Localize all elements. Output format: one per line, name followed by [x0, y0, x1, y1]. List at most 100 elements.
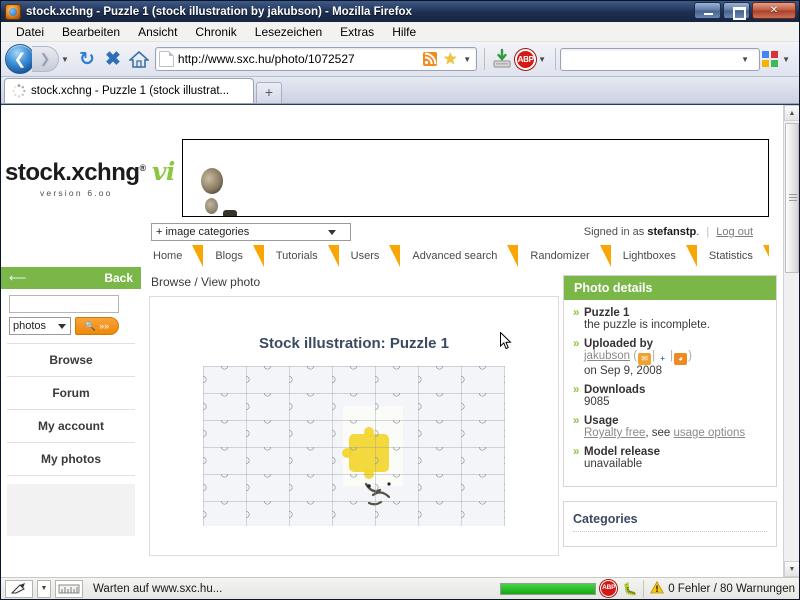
minimize-button[interactable] — [694, 2, 721, 19]
nav-tab-lightboxes[interactable]: Lightboxes — [610, 245, 698, 267]
scroll-up-button[interactable]: ▲ — [784, 105, 799, 121]
sidebar-item-my-photos[interactable]: My photos — [7, 443, 135, 476]
ruler-icon[interactable] — [55, 579, 83, 598]
detail-value-downloads: 9085 — [584, 396, 610, 408]
navigation-toolbar: ❮ ❯ ▼ ↻ ✖ http://www.sxc.hu/photo/107252… — [1, 42, 799, 77]
menu-lesezeichen[interactable]: Lesezeichen — [246, 23, 331, 41]
image-categories-select[interactable]: + image categories — [151, 223, 351, 241]
nav-tab-randomizer[interactable]: Randomizer — [518, 245, 612, 267]
usage-options-link[interactable]: usage options — [674, 427, 746, 439]
back-bar[interactable]: ⟵ Back — [1, 267, 141, 289]
menu-extras[interactable]: Extras — [331, 23, 383, 41]
site-logo[interactable]: stock.xchng® vi version 6.oo — [1, 139, 180, 198]
browser-tab[interactable]: stock.xchng - Puzzle 1 (stock illustrat.… — [4, 78, 254, 103]
breadcrumb: Browse / View photo — [151, 275, 261, 289]
rss-icon[interactable]: ◕ — [674, 353, 688, 365]
menu-ansicht[interactable]: Ansicht — [129, 23, 186, 41]
firefox-icon — [5, 3, 21, 20]
google-dropdown-icon[interactable]: ▼ — [782, 55, 790, 64]
adblock-plus-icon[interactable]: ABP — [600, 580, 618, 597]
right-column: Photo details Puzzle 1 the puzzle is inc… — [559, 267, 777, 556]
mail-icon[interactable]: ✉ — [638, 353, 652, 365]
chevron-down-icon — [328, 230, 336, 235]
chevron-down-icon — [58, 324, 66, 329]
main-content: Browse / View photo Stock illustration: … — [141, 267, 559, 556]
royalty-free-link[interactable]: Royalty free — [584, 427, 645, 439]
scrollbar-thumb[interactable] — [785, 123, 799, 273]
left-arrow-icon: ⟵ — [9, 271, 27, 285]
add-user-icon[interactable]: + — [656, 353, 670, 365]
badge-group-close: ) — [688, 350, 692, 362]
sxc-site: stock.xchng® vi version 6.oo + image cat… — [1, 105, 777, 556]
puzzle-photo[interactable] — [203, 366, 505, 526]
detail-row: Downloads 9085 — [573, 384, 767, 408]
nav-tab-advanced-search[interactable]: Advanced search — [400, 245, 519, 267]
menu-datei[interactable]: Datei — [7, 23, 53, 41]
search-input[interactable] — [9, 295, 119, 313]
nav-tab-statistics[interactable]: Statistics — [696, 245, 774, 267]
tab-label: stock.xchng - Puzzle 1 (stock illustrat.… — [31, 85, 230, 97]
menu-chronik[interactable]: Chronik — [186, 23, 245, 41]
signin-username: stefanstp — [647, 226, 697, 238]
google-icon[interactable] — [760, 49, 780, 69]
sidebar-search — [1, 289, 141, 313]
web-page: stock.xchng® vi version 6.oo + image cat… — [1, 105, 785, 577]
search-engine-dropdown-icon[interactable]: ▼ — [741, 55, 749, 64]
search-go-button[interactable]: 🔍 »» — [75, 317, 119, 335]
loading-spinner-icon — [12, 84, 26, 98]
forward-button[interactable]: ❯ — [32, 46, 59, 72]
back-forward-group: ❮ ❯ ▼ — [5, 44, 74, 74]
sidebar-item-my-account[interactable]: My account — [7, 410, 135, 443]
scroll-down-button[interactable]: ▼ — [784, 561, 799, 577]
new-tab-button[interactable]: + — [256, 82, 282, 103]
detail-value-model-release: unavailable — [584, 458, 643, 470]
history-dropdown-icon[interactable]: ▼ — [61, 55, 69, 64]
home-icon[interactable] — [126, 46, 152, 72]
banner-image-fragment — [200, 168, 223, 194]
signin-prefix: Signed in as — [583, 226, 645, 238]
download-icon[interactable] — [489, 46, 515, 72]
browser-window: stock.xchng - Puzzle 1 (stock illustrati… — [0, 0, 800, 600]
logo-vi: vi — [151, 157, 176, 186]
categories-panel: Categories — [563, 501, 777, 547]
maximize-button[interactable] — [723, 2, 750, 20]
chevron-down-icon[interactable]: ▼ — [37, 579, 51, 598]
reload-icon[interactable]: ↻ — [74, 46, 100, 72]
adblock-dropdown-icon[interactable]: ▼ — [538, 55, 546, 64]
banner-image-fragment-2 — [204, 198, 218, 214]
sidebar-item-browse[interactable]: Browse — [7, 344, 135, 377]
search-input[interactable]: ▼ — [560, 47, 761, 71]
magnifier-icon: 🔍 — [84, 320, 97, 331]
menu-hilfe[interactable]: Hilfe — [383, 23, 425, 41]
url-text[interactable]: http://www.sxc.hu/photo/1072527 — [178, 52, 421, 66]
progress-bar-fill — [501, 583, 596, 594]
warning-status[interactable]: 0 Fehler / 80 Warnungen — [643, 579, 795, 598]
vertical-scrollbar[interactable]: ▲ ▼ — [783, 105, 799, 577]
menu-bearbeiten[interactable]: Bearbeiten — [53, 23, 129, 41]
nav-tab-tutorials[interactable]: Tutorials — [263, 245, 339, 267]
signin-suffix: . — [696, 226, 700, 238]
pointer-tool-icon[interactable] — [5, 579, 33, 598]
back-button[interactable]: ❮ — [5, 44, 35, 74]
bookmark-star-icon[interactable]: ★ — [441, 50, 459, 68]
logout-link[interactable]: Log out — [716, 226, 753, 238]
page-title: Stock illustration: Puzzle 1 — [258, 335, 450, 352]
detail-value-usage: Royalty free, see usage options — [573, 427, 767, 439]
banner-ad[interactable] — [181, 139, 769, 217]
url-dropdown-icon[interactable]: ▼ — [463, 55, 471, 64]
nav-tab-home[interactable]: Home — [141, 245, 204, 267]
menu-bar: Datei Bearbeiten Ansicht Chronik Lesezei… — [1, 22, 799, 42]
sidebar-item-forum[interactable]: Forum — [7, 377, 135, 410]
nav-tab-users[interactable]: Users — [338, 245, 401, 267]
nav-tab-blogs[interactable]: Blogs — [203, 245, 264, 267]
firebug-icon[interactable]: 🐛 — [621, 582, 639, 596]
rss-feed-icon[interactable] — [421, 50, 439, 68]
address-bar[interactable]: http://www.sxc.hu/photo/1072527 ★ ▼ — [154, 47, 478, 71]
category-row: + image categories Signed in as stefanst… — [1, 217, 769, 245]
adblock-plus-icon[interactable]: ABP — [515, 48, 537, 70]
search-type-select[interactable]: photos — [9, 317, 71, 335]
window-title: stock.xchng - Puzzle 1 (stock illustrati… — [26, 5, 412, 18]
uploader-link[interactable]: jakubson — [584, 350, 630, 362]
stop-icon[interactable]: ✖ — [100, 46, 126, 72]
close-button[interactable]: ✕ — [752, 2, 796, 19]
